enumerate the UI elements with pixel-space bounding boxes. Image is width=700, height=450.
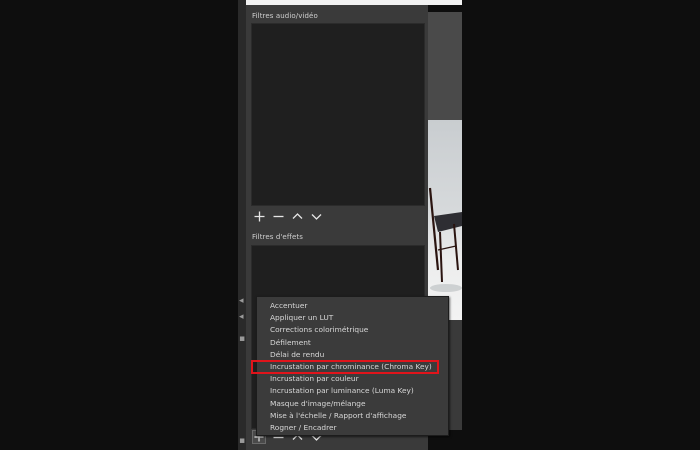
add-filter-button[interactable] [252, 209, 266, 223]
menu-item[interactable]: Incrustation par couleur [257, 373, 448, 385]
left-dock-strip [238, 0, 246, 450]
add-filter-context-menu: Accentuer Appliquer un LUT Corrections col… [251, 296, 449, 436]
dock-arrow-icon[interactable]: ◂ [239, 312, 245, 322]
effect-filters-label: Filtres d'effets [252, 233, 303, 241]
chair-image-icon [428, 187, 462, 292]
chevron-down-icon [311, 213, 321, 220]
menu-item[interactable]: Délai de rendu [257, 349, 448, 361]
minus-icon [273, 215, 283, 217]
remove-filter-button[interactable] [271, 209, 285, 223]
menu-item[interactable]: Masque d'image/mélange [257, 398, 448, 410]
move-up-button[interactable] [290, 209, 304, 223]
move-down-button[interactable] [309, 209, 323, 223]
audio-video-filters-label: Filtres audio/vidéo [252, 12, 318, 20]
chevron-up-icon [292, 212, 302, 219]
dock-handle-icon[interactable]: ▪ [239, 334, 245, 344]
menu-item[interactable]: Corrections colorimétrique [257, 324, 448, 336]
menu-item-chroma-key[interactable]: Incrustation par chrominance (Chroma Key… [251, 359, 439, 375]
audio-video-filters-toolbar [252, 208, 323, 224]
menu-item[interactable]: Appliquer un LUT [257, 312, 448, 324]
obs-filters-window: ◂ ◂ ▪ ▪ Filtres audio/vidéo Filtres d'ef… [0, 0, 700, 450]
dock-handle-icon[interactable]: ▪ [239, 436, 245, 446]
source-preview [428, 120, 462, 320]
preview-background [428, 12, 462, 120]
dock-arrow-icon[interactable]: ◂ [239, 296, 245, 306]
menu-item[interactable]: Rogner / Encadrer [257, 422, 448, 434]
menu-item[interactable]: Défilement [257, 337, 448, 349]
menu-item[interactable]: Mise à l'échelle / Rapport d'affichage [257, 410, 448, 422]
audio-video-filters-list[interactable] [251, 23, 425, 206]
menu-item[interactable]: Incrustation par luminance (Luma Key) [257, 385, 448, 397]
menu-item[interactable]: Accentuer [257, 300, 448, 312]
plus-icon [254, 211, 264, 221]
